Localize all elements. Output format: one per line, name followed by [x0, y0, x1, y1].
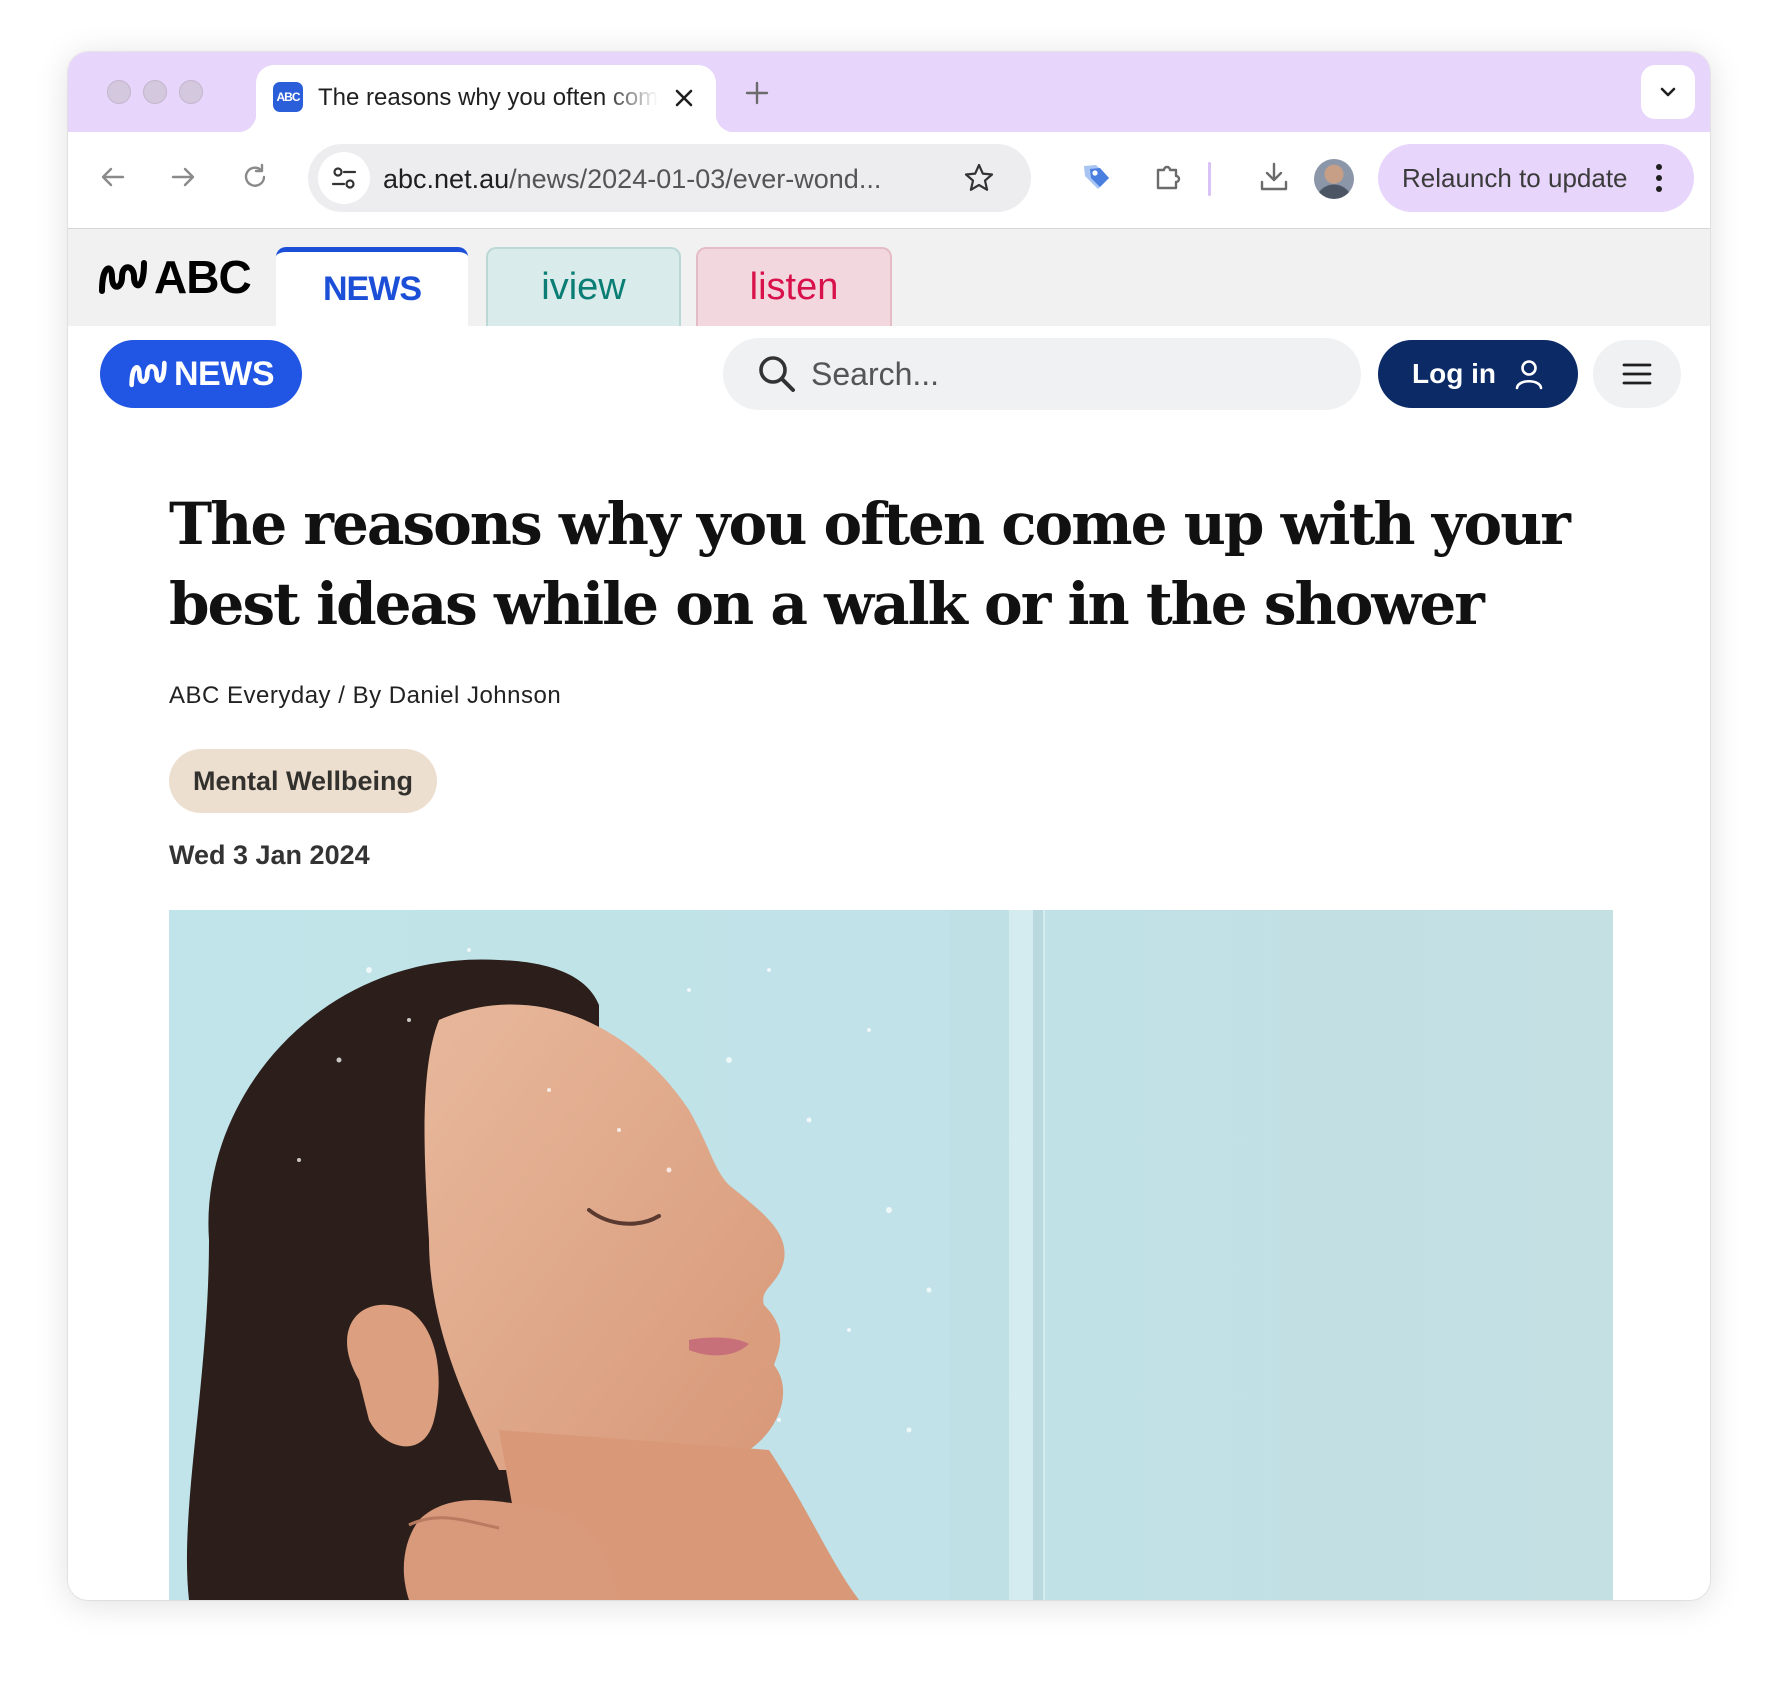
chevron-down-icon: [1660, 87, 1676, 97]
search-icon: [759, 356, 795, 392]
download-icon: [1260, 162, 1288, 191]
reload-button[interactable]: [237, 159, 273, 195]
hero-image: [169, 910, 1613, 1600]
tab-news-label: NEWS: [323, 269, 422, 308]
browser-toolbar: abc.net.au/news/2024-01-03/ever-wond...: [68, 132, 1710, 230]
url-host: abc.net.au: [383, 164, 510, 194]
relaunch-button[interactable]: Relaunch to update: [1378, 144, 1694, 212]
category-tag[interactable]: Mental Wellbeing: [169, 749, 438, 813]
bookmark-star-icon[interactable]: [962, 161, 996, 195]
relaunch-label: Relaunch to update: [1402, 163, 1628, 193]
puzzle-icon: [1156, 165, 1181, 190]
tab-iview-label: iview: [541, 266, 626, 308]
login-button[interactable]: Log in: [1378, 340, 1578, 408]
extensions-button[interactable]: [1150, 159, 1186, 195]
woman-in-shower-photo: [169, 910, 1613, 1600]
tune-icon: [331, 167, 357, 189]
more-vert-icon[interactable]: [1652, 160, 1666, 196]
tab-search-button[interactable]: [1641, 65, 1695, 119]
tag-icon: [1084, 165, 1109, 189]
reload-icon: [244, 163, 266, 187]
tab-strip: ABC The reasons why you often come up wi…: [68, 52, 1710, 132]
publish-date: Wed 3 Jan 2024: [169, 840, 370, 870]
profile-avatar[interactable]: [1314, 159, 1354, 199]
back-button[interactable]: [95, 159, 131, 195]
forward-button[interactable]: [165, 159, 201, 195]
arrow-left-icon: [101, 167, 125, 187]
browser-tab[interactable]: ABC The reasons why you often come up wi…: [238, 65, 734, 132]
url-text[interactable]: abc.net.au/news/2024-01-03/ever-wond...: [383, 162, 943, 196]
browser-window: ABC The reasons why you often come up wi…: [68, 52, 1710, 1600]
tab-listen[interactable]: listen: [696, 247, 892, 326]
toolbar-divider: [1208, 162, 1211, 196]
abc-news-logo[interactable]: NEWS: [100, 340, 302, 408]
window-zoom-control[interactable]: [179, 80, 203, 104]
category-label: Mental Wellbeing: [193, 765, 414, 796]
tab-title: The reasons why you often come up with y…: [318, 84, 658, 111]
site-info-button[interactable]: [318, 152, 370, 204]
search-placeholder: Search...: [811, 356, 940, 392]
login-label: Log in: [1412, 358, 1496, 389]
menu-button[interactable]: [1593, 340, 1681, 408]
abc-favicon-icon: ABC: [273, 82, 303, 112]
downloads-button[interactable]: [1256, 159, 1292, 195]
abc-lissajous-icon: [99, 260, 147, 294]
tab-listen-label: listen: [749, 266, 839, 308]
abc-lissajous-icon: [129, 360, 167, 388]
price-tag-extension-button[interactable]: [1079, 159, 1115, 195]
arrow-right-icon: [171, 167, 195, 187]
user-icon: [1515, 360, 1543, 390]
search-input[interactable]: Search...: [723, 338, 1361, 410]
news-header: NEWS Search... Log in: [68, 326, 1710, 426]
window-minimize-control[interactable]: [143, 80, 167, 104]
abc-network-bar: ABC NEWS iview listen: [68, 229, 1710, 326]
news-logo-text: NEWS: [174, 354, 275, 393]
tab-news[interactable]: NEWS: [276, 247, 468, 326]
close-icon[interactable]: [671, 85, 697, 111]
address-bar[interactable]: abc.net.au/news/2024-01-03/ever-wond...: [308, 144, 1031, 212]
tab-iview[interactable]: iview: [486, 247, 681, 326]
hamburger-menu-icon: [1622, 363, 1652, 385]
window-close-control[interactable]: [107, 80, 131, 104]
abc-logo[interactable]: ABC: [98, 251, 252, 303]
url-path: /news/2024-01-03/ever-wond...: [509, 164, 882, 194]
article-headline: The reasons why you often come up with y…: [169, 490, 1571, 638]
abc-logo-text: ABC: [154, 251, 252, 303]
new-tab-icon[interactable]: [740, 76, 774, 110]
article-byline: ABC Everyday / By Daniel Johnson: [169, 682, 562, 709]
